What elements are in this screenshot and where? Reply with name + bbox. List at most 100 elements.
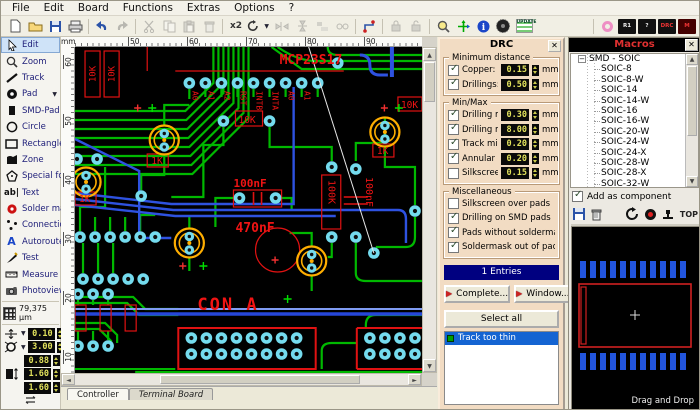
undo-icon[interactable] xyxy=(92,17,112,35)
drilling-max-checkbox[interactable] xyxy=(448,124,459,135)
macro-item[interactable]: SOIC-28-W xyxy=(571,158,685,168)
vertical-scroll-thumb[interactable] xyxy=(424,62,435,102)
tool-solder-mask[interactable]: Solder mask xyxy=(1,201,60,217)
tab-terminal-board[interactable]: Terminal Board xyxy=(129,388,213,400)
new-file-icon[interactable] xyxy=(5,17,25,35)
silkscreen-min-spinner[interactable] xyxy=(532,168,539,179)
unlock-icon[interactable] xyxy=(406,17,426,35)
scroll-left-arrow[interactable]: ◄ xyxy=(62,374,75,385)
redo-icon[interactable] xyxy=(112,17,132,35)
tool-rectangle[interactable]: Rectangle▼ xyxy=(1,135,60,151)
info-icon[interactable]: i xyxy=(473,17,493,35)
annular-ring-checkbox[interactable] xyxy=(448,153,459,164)
paste-icon[interactable] xyxy=(179,17,199,35)
macro-item[interactable]: SOIC-16 xyxy=(571,106,685,116)
ground-plane-icon[interactable] xyxy=(493,17,513,35)
tab-controller[interactable]: Controller xyxy=(67,388,129,400)
macro-item[interactable]: SOIC-32-W xyxy=(571,179,685,188)
tool-zoom[interactable]: Zoom xyxy=(1,53,60,69)
macros-close-icon[interactable]: ✕ xyxy=(685,39,698,51)
drc-window-button[interactable]: ▶Window... xyxy=(514,285,571,303)
tool-circle[interactable]: Circle xyxy=(1,119,60,135)
pad-drill-spinner[interactable] xyxy=(53,355,60,366)
silkscreen-over-pads-checkbox[interactable] xyxy=(448,198,459,209)
track-min-checkbox[interactable] xyxy=(448,139,459,150)
pcb-design-surface[interactable]: MCP23S17 A0 A1 A2 RST INTB INTA A0 A1 10… xyxy=(75,47,422,373)
horizontal-scrollbar[interactable]: ◄ ► xyxy=(61,373,422,386)
reference-designator-icon[interactable]: R1 xyxy=(617,17,637,35)
grid-size-display[interactable]: 79,375 µm xyxy=(1,304,60,322)
macro-item[interactable]: SOIC-24-X xyxy=(571,148,685,158)
macro-item[interactable]: SOIC-14 xyxy=(571,85,685,95)
pads-without-soldermask-checkbox[interactable] xyxy=(448,227,459,238)
tool-track[interactable]: Track xyxy=(1,70,60,86)
save-macro-icon[interactable] xyxy=(573,208,585,220)
vertical-scrollbar[interactable]: ▲ ▼ xyxy=(422,47,437,373)
macros-scroll-thumb[interactable] xyxy=(687,66,697,136)
menu-edit[interactable]: Edit xyxy=(37,1,71,15)
record-macro-icon[interactable] xyxy=(645,209,656,220)
tool-autoroute[interactable]: A Autoroute xyxy=(1,234,60,250)
macro-item[interactable]: SOIC-14-W xyxy=(571,96,685,106)
menu-file[interactable]: File xyxy=(5,1,37,15)
menu-options[interactable]: Options xyxy=(227,1,282,15)
tool-special-form[interactable]: Special form xyxy=(1,168,60,184)
track-width-dropdown[interactable]: ▼ xyxy=(21,330,26,337)
component-query-icon[interactable]: ? xyxy=(637,17,657,35)
macro-item[interactable]: SOIC-16-W xyxy=(571,116,685,126)
soldermask-out-checkbox[interactable] xyxy=(448,242,459,253)
track-width-field[interactable]: 0.10 xyxy=(28,328,55,340)
macro-item[interactable]: SOIC-28-X xyxy=(571,168,685,178)
route-icon[interactable] xyxy=(359,17,379,35)
macros-tree[interactable]: − SMD - SOIC SOIC-8 SOIC-8-W SOIC-14 SOI… xyxy=(570,53,699,188)
align-icon[interactable] xyxy=(312,17,332,35)
macro-item[interactable]: SOIC-24-W xyxy=(571,137,685,147)
copper-spinner[interactable] xyxy=(532,65,539,76)
tool-text[interactable]: ab| Text xyxy=(1,185,60,201)
track-min-spinner[interactable] xyxy=(532,139,539,150)
drilling-max-spinner[interactable] xyxy=(532,124,539,135)
origin-icon[interactable] xyxy=(453,17,473,35)
add-as-component-checkbox[interactable] xyxy=(572,191,583,202)
stamp-icon[interactable] xyxy=(662,209,674,220)
smd-width-field[interactable]: 1.60 xyxy=(24,368,51,380)
drilling-min-spinner[interactable] xyxy=(532,110,539,121)
drilling-min-field[interactable]: 0.30 xyxy=(501,109,529,121)
drc-close-icon[interactable]: ✕ xyxy=(548,40,561,52)
drc-error-item[interactable]: Track too thin xyxy=(445,332,558,345)
delete-icon[interactable] xyxy=(199,17,219,35)
macro-preview[interactable]: Drag and Drop xyxy=(571,226,700,410)
macros-tree-root[interactable]: − SMD - SOIC xyxy=(571,54,685,64)
snap-icon[interactable] xyxy=(332,17,352,35)
lock-icon[interactable] xyxy=(386,17,406,35)
tool-zone[interactable]: Zone xyxy=(1,152,60,168)
tool-connections[interactable]: Connections xyxy=(1,217,60,233)
drilling-on-smd-checkbox[interactable] xyxy=(448,213,459,224)
rotate-button[interactable]: ▼ xyxy=(246,17,272,35)
solder-mask-view-icon[interactable] xyxy=(597,17,617,35)
silkscreen-min-field[interactable]: 0.15 xyxy=(501,167,529,179)
copper-value-field[interactable]: 0.15 xyxy=(501,64,529,76)
menu-help[interactable]: ? xyxy=(282,1,302,15)
drc-check-icon[interactable]: DRC xyxy=(657,17,677,35)
scroll-up-arrow[interactable]: ▲ xyxy=(423,48,436,61)
macros-panel-icon[interactable]: M xyxy=(677,17,697,35)
menu-functions[interactable]: Functions xyxy=(116,1,180,15)
pad-dropdown-arrow[interactable]: ▼ xyxy=(52,91,57,98)
refresh-icon[interactable] xyxy=(625,207,639,221)
drillings-checkbox[interactable] xyxy=(448,79,459,90)
drillings-value-field[interactable]: 0.50 xyxy=(501,79,529,91)
pad-outer-field[interactable]: 3.00 xyxy=(28,341,55,353)
tool-measure[interactable]: Measure xyxy=(1,266,60,282)
menu-extras[interactable]: Extras xyxy=(180,1,227,15)
horizontal-scroll-thumb[interactable] xyxy=(160,375,360,384)
pad-drill-field[interactable]: 0.88 xyxy=(24,355,51,367)
smd-width-spinner[interactable] xyxy=(53,369,60,380)
drillings-spinner[interactable] xyxy=(532,79,539,90)
copper-checkbox[interactable] xyxy=(448,65,459,76)
update-icon[interactable]: UPDATE xyxy=(513,17,535,35)
zoom-search-icon[interactable] xyxy=(433,17,453,35)
menu-board[interactable]: Board xyxy=(71,1,116,15)
scroll-up-arrow[interactable]: ▲ xyxy=(686,54,698,65)
tool-edit[interactable]: Edit xyxy=(1,37,60,53)
